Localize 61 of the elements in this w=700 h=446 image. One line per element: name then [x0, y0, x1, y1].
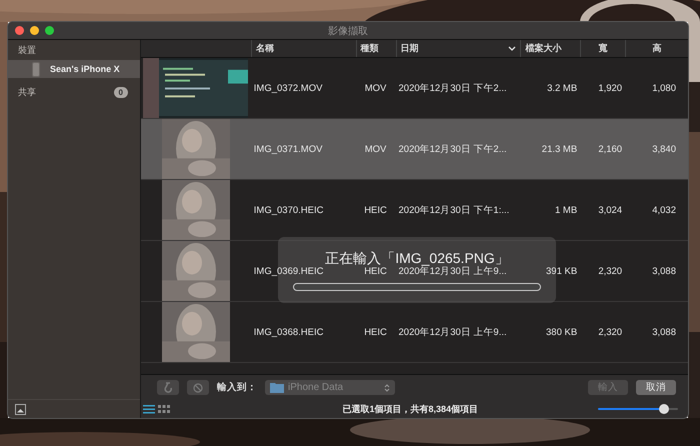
table-cell-text: 21.3 MB	[540, 144, 578, 154]
table-cell-text: 2,320	[597, 266, 624, 276]
table-cell-text: HEIC	[363, 266, 388, 276]
table-cell-text: 3,088	[651, 266, 677, 276]
table-cell-text: HEIC	[363, 204, 388, 216]
table-cell-text: 2,320	[597, 326, 624, 338]
table-cell-text: 2020年12月30日 上午9...	[398, 326, 508, 338]
column-header[interactable]: 種類	[356, 40, 396, 57]
import-to-label: 輸入到：	[217, 381, 257, 394]
table-cell-text: IMG_0372.MOV	[252, 82, 324, 94]
table-cell-text: IMG_0369.HEIC	[252, 266, 324, 276]
cancel-button[interactable]: 取消	[636, 380, 676, 395]
table-cell-text: 391 KB	[545, 266, 578, 276]
list-view-icon[interactable]	[143, 404, 155, 414]
device-item[interactable]: Sean's iPhone X	[8, 60, 140, 78]
table-row[interactable]: IMG_0370.HEIC HEIC 2020年12月30日 下午1:... 1 MB 3,024 4,032	[141, 180, 688, 241]
table-cell-text: 1 MB	[554, 204, 578, 216]
status-text: 已選取1個項目，共有8,384個項目	[342, 402, 478, 416]
table-cell-text: IMG_0368.HEIC	[252, 326, 324, 338]
table-row[interactable]: IMG_0368.HEIC HEIC 2020年12月30日 上午9... 380 KB 2,320 3,088	[141, 302, 688, 363]
table-cell-text: 1,080	[651, 82, 677, 94]
column-header[interactable]: 日期	[396, 40, 520, 57]
window-title: 影像擷取	[327, 24, 369, 38]
table-cell-text: 2020年12月30日 上午9...	[398, 266, 508, 278]
close-button[interactable]	[15, 26, 24, 35]
column-header[interactable]: 名稱	[250, 40, 356, 57]
image-icon[interactable]	[15, 404, 26, 414]
table-cell-text: 3,088	[651, 326, 677, 338]
column-header[interactable]: 高	[625, 40, 688, 57]
table-cell-text: MOV	[364, 82, 388, 94]
table-cell-text: 1,920	[597, 82, 624, 94]
zoom-button[interactable]	[45, 26, 54, 35]
count-badge: 0	[114, 87, 128, 98]
column-header[interactable]: 檔案大小	[520, 40, 580, 57]
table-row[interactable]: IMG_0371.MOV MOV 2020年12月30日 下午2... 21.3 MB 2,160 3,840	[141, 119, 688, 180]
grid-view-icon[interactable]	[158, 404, 170, 414]
table-cell-text: 2020年12月30日 下午2...	[398, 82, 508, 94]
table-cell-text: HEIC	[363, 326, 388, 338]
table-cell-text: 3.2 MB	[546, 82, 578, 94]
section-heading: 共享	[18, 86, 36, 99]
minimize-button[interactable]	[30, 26, 39, 35]
section-heading: 裝置	[17, 44, 37, 57]
progress-message: 正在輸入「IMG_0265.PNG」	[325, 251, 509, 266]
table-cell-text: 4,032	[651, 204, 677, 216]
table-cell-text: 3,024	[597, 204, 624, 216]
delete-button[interactable]	[187, 380, 209, 395]
table-cell-text: 2020年12月30日 下午2...	[398, 142, 508, 156]
table-cell-text: IMG_0371.MOV	[252, 144, 324, 154]
table-cell-text: 3,840	[651, 144, 677, 154]
table-cell-text: MOV	[364, 144, 388, 154]
table-cell-text: 2,160	[597, 144, 624, 154]
phone-icon	[32, 62, 40, 76]
rotate-button[interactable]	[157, 380, 179, 395]
prohibited-icon	[193, 382, 203, 392]
column-header[interactable]: 寬	[580, 40, 626, 57]
thumbnail-size-slider[interactable]	[598, 404, 678, 414]
updown-icon	[384, 382, 390, 392]
table-cell-text: IMG_0370.HEIC	[252, 204, 324, 216]
table-cell-text: 2020年12月30日 下午1:...	[398, 204, 510, 216]
table-cell-text: 380 KB	[545, 326, 578, 338]
folder-icon	[270, 382, 284, 393]
